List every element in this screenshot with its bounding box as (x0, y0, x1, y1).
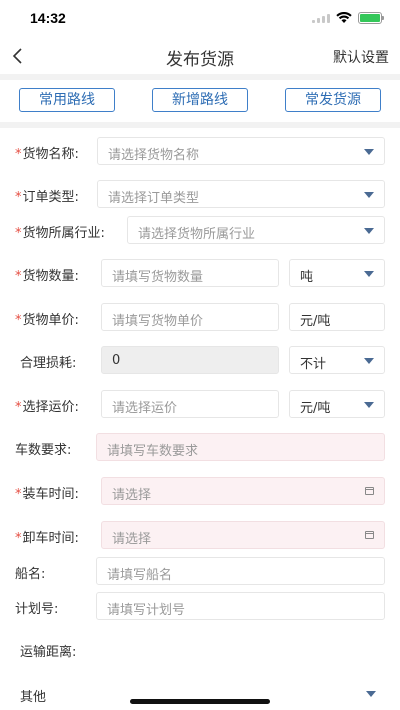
common-route-button[interactable]: 常用路线 (19, 88, 115, 112)
order-type-placeholder: 请选择订单类型 (108, 191, 200, 206)
battery-icon (358, 12, 384, 24)
chevron-down-icon (364, 228, 374, 234)
ship-name-label: 船名: (15, 567, 46, 582)
freight-unit-select[interactable]: 元/吨 (289, 390, 385, 418)
unit-price-unit-value: 元/吨 (300, 314, 331, 329)
home-indicator (130, 699, 270, 704)
nav-bar: 发布货源 默认设置 (0, 38, 400, 74)
cargo-name-placeholder: 请选择货物名称 (108, 148, 200, 163)
loss-input: 0 (101, 346, 279, 374)
frequent-cargo-button[interactable]: 常发货源 (285, 88, 381, 112)
cellular-signal-icon (312, 13, 330, 23)
status-bar: 14:32 (0, 0, 400, 36)
default-settings-button[interactable]: 默认设置 (333, 47, 389, 67)
quantity-input[interactable]: 请填写货物数量 (101, 259, 279, 287)
unload-time-label: *卸车时间: (15, 531, 79, 546)
chevron-down-icon (364, 358, 374, 364)
loss-label: 合理损耗: (20, 356, 77, 371)
plan-no-input[interactable]: 请填写计划号 (96, 592, 385, 620)
distance-label: 运输距离: (20, 645, 77, 660)
unit-price-placeholder: 请填写货物单价 (112, 314, 204, 329)
cargo-name-select[interactable]: 请选择货物名称 (97, 137, 385, 165)
quantity-label: *货物数量: (15, 269, 79, 284)
loss-value: 0 (112, 353, 121, 368)
chevron-down-icon[interactable] (366, 691, 376, 697)
unload-time-picker[interactable]: 请选择 (101, 521, 385, 549)
ship-name-input[interactable]: 请填写船名 (96, 557, 385, 585)
unit-price-label: *货物单价: (15, 313, 79, 328)
status-icons (312, 12, 384, 24)
chevron-down-icon (364, 402, 374, 408)
trucks-input[interactable]: 请填写车数要求 (96, 433, 385, 461)
freight-placeholder: 请选择运价 (112, 401, 178, 416)
industry-placeholder: 请选择货物所属行业 (138, 227, 256, 242)
section-divider (0, 74, 400, 80)
load-time-label: *装车时间: (15, 487, 79, 502)
section-divider (0, 122, 400, 128)
industry-select[interactable]: 请选择货物所属行业 (127, 216, 385, 244)
load-time-placeholder: 请选择 (112, 488, 152, 503)
chevron-down-icon (364, 149, 374, 155)
unit-price-unit: 元/吨 (289, 303, 385, 331)
industry-label: *货物所属行业: (15, 226, 105, 241)
unit-price-input[interactable]: 请填写货物单价 (101, 303, 279, 331)
order-type-select[interactable]: 请选择订单类型 (97, 180, 385, 208)
add-route-button[interactable]: 新增路线 (152, 88, 248, 112)
quantity-unit-value: 吨 (300, 270, 314, 285)
chevron-down-icon (364, 192, 374, 198)
order-type-label: *订单类型: (15, 190, 79, 205)
trucks-placeholder: 请填写车数要求 (107, 444, 199, 459)
quantity-placeholder: 请填写货物数量 (112, 270, 204, 285)
quantity-unit-select[interactable]: 吨 (289, 259, 385, 287)
plan-no-label: 计划号: (15, 602, 59, 617)
load-time-picker[interactable]: 请选择 (101, 477, 385, 505)
ship-name-placeholder: 请填写船名 (107, 568, 173, 583)
chevron-down-icon (364, 271, 374, 277)
unload-time-placeholder: 请选择 (112, 532, 152, 547)
route-button-group: 常用路线 新增路线 常发货源 (0, 88, 400, 114)
plan-no-placeholder: 请填写计划号 (107, 603, 186, 618)
calendar-icon (365, 487, 374, 495)
freight-unit-value: 元/吨 (300, 401, 331, 416)
freight-input[interactable]: 请选择运价 (101, 390, 279, 418)
loss-unit-select[interactable]: 不计 (289, 346, 385, 374)
freight-label: *选择运价: (15, 400, 79, 415)
other-section-toggle[interactable]: 其他 (20, 686, 46, 705)
calendar-icon (365, 531, 374, 539)
status-time: 14:32 (30, 10, 66, 26)
cargo-name-label: *货物名称: (15, 147, 79, 162)
trucks-label: 车数要求: (15, 443, 72, 458)
loss-unit-value: 不计 (300, 357, 327, 372)
wifi-icon (336, 12, 352, 23)
